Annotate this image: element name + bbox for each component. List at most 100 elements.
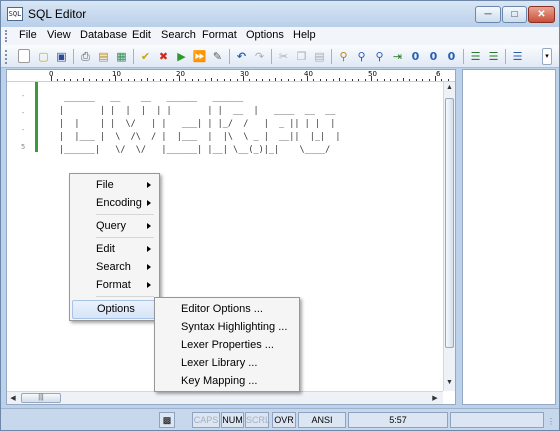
vertical-scroll-thumb[interactable] [445,98,454,348]
num-indicator: NUM [221,412,244,428]
menu-file[interactable]: File [19,29,37,41]
ruler-tick [428,79,430,81]
menu-database[interactable]: Database [80,29,127,41]
side-panel[interactable] [462,69,556,405]
ruler-tick [57,79,59,81]
context-item-search[interactable]: Search [72,259,157,276]
maximize-button[interactable]: □ [502,6,527,23]
context-item-encoding[interactable]: Encoding [72,195,157,212]
ruler-tick [390,79,392,81]
ruler-tick [435,76,436,81]
ruler-tick [409,79,411,81]
indent-icon[interactable]: ⇥ [390,49,405,64]
ruler: 0 10 20 30 40 50 6 [7,70,455,82]
context-item-query[interactable]: Query [72,218,157,235]
cut-icon[interactable]: ✂ [276,49,291,64]
run-all-icon[interactable]: ⏩ [192,49,207,64]
ruler-tick [76,79,78,81]
run-icon[interactable]: ▶ [174,49,189,64]
find-next-icon[interactable]: ⚲ [354,49,369,64]
toolbar-grip[interactable] [5,50,8,64]
context-item-label: Edit [96,243,115,255]
menu-search[interactable]: Search [161,29,196,41]
ruler-tick [102,79,104,81]
ruler-tick [159,79,161,81]
ruler-tick [422,79,424,81]
menu-options[interactable]: Options [246,29,284,41]
context-item-edit[interactable]: Edit [72,241,157,258]
horizontal-scroll-thumb[interactable]: ||| [21,393,61,403]
replace-icon[interactable]: ⚲ [372,49,387,64]
ruler-tick [211,78,212,81]
context-menu: File Encoding Query Edit Search Format O… [69,173,160,321]
window-title: SQL Editor [28,7,87,21]
resize-grip-icon[interactable]: ⋮ [547,417,555,426]
submenu-lexer-properties[interactable]: Lexer Properties ... [157,337,297,354]
ruler-tick [275,78,276,81]
code-line: |______| \/ \/ |______| |__| \__(_)|_| \… [59,145,336,155]
context-item-options[interactable]: Options [72,300,157,319]
menu-separator [96,237,154,238]
ruler-tick [185,79,187,81]
ruler-tick [262,79,264,81]
menubar-grip[interactable] [5,30,8,42]
submenu-key-mapping[interactable]: Key Mapping ... [157,373,297,390]
ruler-tick [281,79,283,81]
submenu-lexer-library[interactable]: Lexer Library ... [157,355,297,372]
cancel-icon[interactable]: ✖ [156,49,171,64]
undo-icon[interactable]: ↶ [234,49,249,64]
print-icon[interactable]: ⎙ [78,49,93,64]
menu-view[interactable]: View [47,29,71,41]
database-connect-icon[interactable]: ▦ [114,49,129,64]
check-icon[interactable]: ✔ [138,49,153,64]
ruler-tick [243,76,244,81]
ruler-tick [134,79,136,81]
code-line: | |___ | \ /\ / | |___ | |\ \ _ | __|| |… [59,132,341,142]
list-icon[interactable]: ☰ [510,49,525,64]
context-item-format[interactable]: Format [72,277,157,294]
menu-edit[interactable]: Edit [132,29,151,41]
close-button[interactable]: ✕ [528,6,555,23]
scroll-up-icon[interactable]: ▲ [445,84,454,91]
paste-icon[interactable]: ▤ [312,49,327,64]
code-line: ______ __ __ ______ ______ [59,93,336,103]
toolbar-overflow-icon[interactable]: ▾ [542,48,552,65]
redo-icon[interactable]: ↷ [252,49,267,64]
bookmark-next-icon[interactable]: 0 [426,49,441,64]
code-text[interactable]: ______ __ __ ______ ______ | | | | | | |… [59,92,340,157]
copy-icon[interactable]: ❐ [294,49,309,64]
vertical-scrollbar[interactable]: ▲ ▼ [443,82,455,391]
new-file-icon[interactable] [18,49,30,63]
submenu-syntax-highlighting[interactable]: Syntax Highlighting ... [157,319,297,336]
clear-icon[interactable]: ✎ [210,49,225,64]
caps-indicator: CAPS [192,412,220,428]
open-folder-icon[interactable]: ▢ [36,49,51,64]
submenu-editor-options[interactable]: Editor Options ... [157,301,297,318]
ruler-tick [191,79,193,81]
ruler-tick [89,79,91,81]
menu-bar: File View Database Edit Search Format Op… [1,27,559,45]
database-icon[interactable]: ▤ [96,49,111,64]
move-right-icon[interactable]: ☰ [486,49,501,64]
ruler-tick [153,79,155,81]
ruler-tick [332,79,334,81]
status-bar: ▩ CAPS NUM SCRL OVR ANSI 5:57 ⋮ [1,408,559,430]
console-icon[interactable]: ▩ [159,412,175,428]
find-icon[interactable]: ⚲ [336,49,351,64]
bookmark-icon[interactable]: 0 [408,49,423,64]
ruler-tick [83,78,84,81]
sql-app-icon[interactable]: SQL [7,7,23,21]
bookmark-clear-icon[interactable]: 0 [444,49,459,64]
save-icon[interactable]: ▣ [54,49,69,64]
move-left-icon[interactable]: ☰ [468,49,483,64]
scroll-right-icon[interactable]: ▶ [431,394,439,402]
app-window: SQL SQL Editor ─ □ ✕ File View Database … [0,0,560,431]
minimize-button[interactable]: ─ [475,6,501,23]
context-item-label: Options [97,303,135,315]
scroll-left-icon[interactable]: ◀ [9,394,17,402]
context-item-file[interactable]: File [72,177,157,194]
scroll-down-icon[interactable]: ▼ [445,379,454,386]
menu-help[interactable]: Help [293,29,316,41]
horizontal-scrollbar[interactable]: ◀ ||| ▶ [7,391,443,404]
menu-format[interactable]: Format [202,29,237,41]
